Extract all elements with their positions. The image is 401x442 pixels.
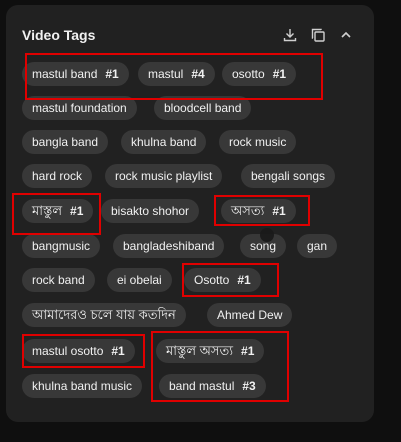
panel-title: Video Tags xyxy=(22,27,96,43)
tag-chip[interactable]: Ahmed Dew xyxy=(207,303,293,327)
tag-chip[interactable]: আমাদেরও চলে যায় কতদিন xyxy=(22,303,186,327)
tag-chip[interactable]: Osotto #1 xyxy=(184,268,261,292)
tag-chip[interactable]: bengali songs xyxy=(241,164,336,188)
chevron-up-icon[interactable] xyxy=(337,26,355,44)
tag-name: khulna band xyxy=(131,135,197,149)
tag-name: bangladeshiband xyxy=(123,239,215,253)
tag-chip[interactable]: rock music playlist xyxy=(105,164,223,188)
tag-rank: #1 xyxy=(272,204,286,218)
tag-name: mastul foundation xyxy=(32,101,127,115)
tag-name: আমাদেরও চলে যায় কতদিন xyxy=(32,307,176,322)
tag-name: bangmusic xyxy=(32,239,91,253)
tag-name: rock band xyxy=(32,273,85,287)
tag-chip[interactable]: mastul osotto #1 xyxy=(22,339,135,363)
tag-chip[interactable]: অসত্য #1 xyxy=(221,199,296,223)
tag-rank: #1 xyxy=(70,204,84,218)
tag-chip[interactable]: osotto #1 xyxy=(222,62,297,86)
tag-chip[interactable]: khulna band music xyxy=(22,374,143,398)
tag-rank: #1 xyxy=(237,273,251,287)
tag-chip[interactable]: bangmusic xyxy=(22,234,101,258)
tag-name: bloodcell band xyxy=(164,101,242,115)
tag-name: hard rock xyxy=(32,169,83,183)
tag-name: bangla band xyxy=(32,135,99,149)
tag-rank: #3 xyxy=(242,379,256,393)
tag-name: gan xyxy=(307,239,328,253)
tag-rank: #1 xyxy=(241,344,255,358)
tag-name: rock music xyxy=(229,135,287,149)
tag-chip[interactable]: bangla band xyxy=(22,130,109,154)
tag-chip[interactable]: khulna band xyxy=(121,130,207,154)
tag-chip[interactable]: mastul #4 xyxy=(138,62,215,86)
tag-name: Ahmed Dew xyxy=(217,308,283,322)
tag-chip[interactable]: মাস্তুল #1 xyxy=(22,199,94,223)
tag-name: khulna band music xyxy=(32,379,133,393)
tag-chip[interactable]: rock music xyxy=(219,130,297,154)
tag-name: bengali songs xyxy=(251,169,326,183)
copy-icon[interactable] xyxy=(309,26,327,44)
tag-chip[interactable]: band mastul #3 xyxy=(159,374,266,398)
tag-chip[interactable]: mastul foundation xyxy=(22,96,137,120)
tag-chip[interactable]: মাস্তুল অসত্য #1 xyxy=(156,339,265,363)
tag-name: Osotto xyxy=(194,273,230,287)
tag-name: mastul band xyxy=(32,67,98,81)
tag-rank: #1 xyxy=(111,344,125,358)
tag-name: অসত্য xyxy=(231,203,265,218)
tag-name: ei obelai xyxy=(117,273,162,287)
tag-chip[interactable]: bloodcell band xyxy=(154,96,252,120)
tag-chip[interactable]: hard rock xyxy=(22,164,93,188)
tag-name: bisakto shohor xyxy=(111,204,190,218)
tag-name: mastul osotto xyxy=(32,344,104,358)
tag-name: osotto xyxy=(232,67,265,81)
tag-chip[interactable]: bisakto shohor xyxy=(101,199,200,223)
tag-chip[interactable]: gan xyxy=(297,234,338,258)
cursor-indicator xyxy=(260,228,274,242)
tag-rank: #1 xyxy=(272,67,287,81)
tag-chip[interactable]: rock band xyxy=(22,268,95,292)
tag-name: band mastul xyxy=(169,379,235,393)
download-icon[interactable] xyxy=(281,26,299,44)
tag-chip[interactable]: bangladeshiband xyxy=(113,234,225,258)
tag-chip[interactable]: mastul band #1 xyxy=(22,62,129,86)
tag-rank: #1 xyxy=(105,67,119,81)
tag-name: মাস্তুল অসত্য xyxy=(166,343,234,358)
tag-chip[interactable]: ei obelai xyxy=(107,268,172,292)
tag-name: rock music playlist xyxy=(115,169,213,183)
tag-rank: #4 xyxy=(191,67,205,81)
scrollbar[interactable] xyxy=(386,0,401,442)
tag-name: মাস্তুল xyxy=(32,203,63,218)
tag-name: mastul xyxy=(148,67,184,81)
